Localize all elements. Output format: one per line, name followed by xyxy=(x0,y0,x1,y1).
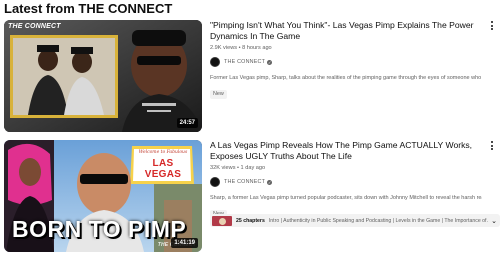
video-duration: 1:41:19 xyxy=(171,238,198,248)
section-title: Latest from THE CONNECT xyxy=(4,1,173,16)
channel-avatar[interactable] xyxy=(210,177,220,187)
video-title[interactable]: A Las Vegas Pimp Reveals How The Pimp Ga… xyxy=(210,140,482,162)
thumbnail-sign-top-text: Welcome to Fabulous xyxy=(138,150,188,155)
channel-name[interactable]: THE CONNECT xyxy=(224,59,265,65)
chapter-thumbnail xyxy=(212,215,232,226)
thumbnail-headline: BORN TO PIMP xyxy=(12,216,187,242)
video-description: Sharp, a former Las Vegas pimp turned po… xyxy=(210,195,482,201)
chapters-list: Intro | Authenticity in Public Speaking … xyxy=(268,217,488,224)
video-item[interactable]: THE CONNECT Welcome to Fabulous LAS VEGA… xyxy=(4,140,500,252)
chevron-down-icon[interactable]: ⌄ xyxy=(488,217,500,225)
more-options-icon[interactable] xyxy=(488,20,496,32)
thumbnail-sign-text: LAS VEGAS xyxy=(144,158,182,180)
channel-link[interactable]: THE CONNECT ✓ xyxy=(210,56,482,68)
video-description: Former Las Vegas pimp, Sharp, talks abou… xyxy=(210,75,482,81)
video-meta: A Las Vegas Pimp Reveals How The Pimp Ga… xyxy=(210,140,482,220)
video-thumbnail[interactable]: THE CONNECT 24:57 xyxy=(4,20,202,132)
chapters-count: 25 chapters xyxy=(236,217,265,224)
thumbnail-artwork xyxy=(4,20,202,132)
video-title[interactable]: "Pimping Isn't What You Think"- Las Vega… xyxy=(210,20,482,42)
verified-check-icon: ✓ xyxy=(267,59,273,65)
channel-link[interactable]: THE CONNECT ✓ xyxy=(210,176,482,188)
chapters-bar[interactable]: 25 chapters Intro | Authenticity in Publ… xyxy=(210,214,500,227)
channel-avatar[interactable] xyxy=(210,57,220,67)
video-meta: "Pimping Isn't What You Think"- Las Vega… xyxy=(210,20,482,100)
video-item[interactable]: THE CONNECT 24:57 "Pimping Isn't What Yo… xyxy=(4,20,500,134)
channel-name[interactable]: THE CONNECT xyxy=(224,179,265,185)
verified-check-icon: ✓ xyxy=(267,179,273,185)
video-stats: 32K views • 1 day ago xyxy=(210,165,266,171)
more-options-icon[interactable] xyxy=(488,140,496,152)
video-thumbnail[interactable]: THE CONNECT Welcome to Fabulous LAS VEGA… xyxy=(4,140,202,252)
new-badge: New xyxy=(210,90,227,99)
video-duration: 24:57 xyxy=(176,118,198,128)
video-stats: 2.9K views • 8 hours ago xyxy=(210,45,272,51)
thumbnail-brand-text: THE CONNECT xyxy=(8,23,61,30)
